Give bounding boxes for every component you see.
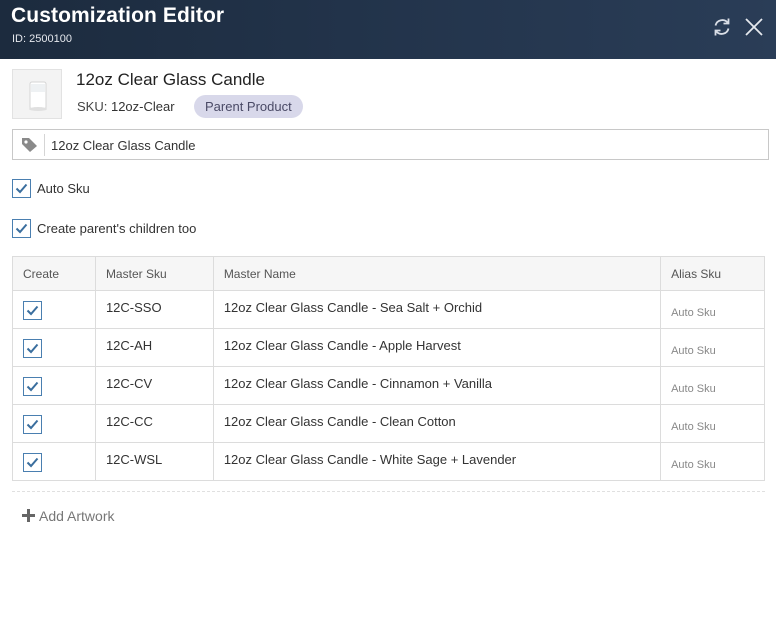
table-row: 12C-SSO 12oz Clear Glass Candle - Sea Sa… bbox=[12, 290, 765, 329]
create-cell bbox=[12, 366, 96, 405]
table-row: 12C-WSL 12oz Clear Glass Candle - White … bbox=[12, 442, 765, 481]
table-header-row: Create Master Sku Master Name Alias Sku bbox=[12, 256, 765, 291]
master-name-cell: 12oz Clear Glass Candle - Apple Harvest bbox=[212, 328, 662, 367]
col-alias-sku: Alias Sku bbox=[660, 256, 765, 291]
check-icon bbox=[15, 183, 28, 194]
create-checkbox[interactable] bbox=[23, 376, 42, 396]
plus-icon bbox=[22, 509, 35, 522]
alias-sku-cell[interactable]: Auto Sku bbox=[660, 366, 765, 405]
alias-sku-cell[interactable]: Auto Sku bbox=[660, 328, 765, 367]
sku-value: 12oz-Clear bbox=[110, 99, 175, 114]
add-artwork-label: Add Artwork bbox=[39, 508, 115, 524]
check-icon bbox=[26, 305, 39, 315]
tag-icon bbox=[22, 138, 37, 152]
product-name: 12oz Clear Glass Candle bbox=[76, 70, 265, 89]
product-sku: SKU: 12oz-Clear bbox=[77, 99, 175, 114]
col-master-sku: Master Sku bbox=[94, 256, 214, 291]
add-artwork-button[interactable]: Add Artwork bbox=[22, 508, 114, 528]
check-icon bbox=[26, 419, 39, 429]
close-button[interactable] bbox=[743, 16, 765, 38]
editor-title: Customization Editor bbox=[11, 4, 225, 27]
create-checkbox[interactable] bbox=[23, 452, 42, 472]
master-name-cell: 12oz Clear Glass Candle - Sea Salt + Orc… bbox=[212, 290, 662, 329]
master-sku-cell: 12C-AH bbox=[94, 328, 214, 367]
col-create: Create bbox=[12, 256, 96, 291]
refresh-button[interactable] bbox=[711, 16, 733, 38]
product-name-input[interactable] bbox=[51, 134, 751, 156]
create-checkbox[interactable] bbox=[23, 414, 42, 434]
editor-id: ID: 2500100 bbox=[12, 33, 72, 45]
master-sku-cell: 12C-SSO bbox=[94, 290, 214, 329]
master-name-cell: 12oz Clear Glass Candle - Clean Cotton bbox=[212, 404, 662, 443]
section-divider bbox=[12, 491, 765, 492]
sku-label: SKU: bbox=[77, 99, 108, 114]
master-sku-cell: 12C-WSL bbox=[94, 442, 214, 481]
candle-image bbox=[13, 70, 61, 118]
alias-sku-cell[interactable]: Auto Sku bbox=[660, 404, 765, 443]
parent-product-badge: Parent Product bbox=[194, 95, 303, 118]
master-name-cell: 12oz Clear Glass Candle - Cinnamon + Van… bbox=[212, 366, 662, 405]
alias-sku-cell[interactable]: Auto Sku bbox=[660, 442, 765, 481]
create-checkbox[interactable] bbox=[23, 338, 42, 358]
editor-header: Customization Editor ID: 2500100 bbox=[0, 0, 776, 59]
master-sku-cell: 12C-CC bbox=[94, 404, 214, 443]
master-sku-cell: 12C-CV bbox=[94, 366, 214, 405]
product-tag-field[interactable] bbox=[12, 129, 769, 160]
col-master-name: Master Name bbox=[212, 256, 662, 291]
check-icon bbox=[15, 223, 28, 234]
create-children-checkbox[interactable] bbox=[12, 219, 31, 238]
check-icon bbox=[26, 457, 39, 467]
create-cell bbox=[12, 442, 96, 481]
table-row: 12C-CC 12oz Clear Glass Candle - Clean C… bbox=[12, 404, 765, 443]
table-row: 12C-AH 12oz Clear Glass Candle - Apple H… bbox=[12, 328, 765, 367]
create-checkbox[interactable] bbox=[23, 300, 42, 320]
auto-sku-label: Auto Sku bbox=[37, 181, 90, 196]
children-table: Create Master Sku Master Name Alias Sku … bbox=[12, 256, 765, 481]
close-icon bbox=[745, 18, 763, 36]
check-icon bbox=[26, 343, 39, 353]
refresh-icon bbox=[714, 18, 730, 36]
table-row: 12C-CV 12oz Clear Glass Candle - Cinnamo… bbox=[12, 366, 765, 405]
master-name-cell: 12oz Clear Glass Candle - White Sage + L… bbox=[212, 442, 662, 481]
create-children-label: Create parent's children too bbox=[37, 221, 197, 236]
check-icon bbox=[26, 381, 39, 391]
auto-sku-checkbox[interactable] bbox=[12, 179, 31, 198]
alias-sku-cell[interactable]: Auto Sku bbox=[660, 290, 765, 329]
field-divider bbox=[44, 134, 45, 156]
create-cell bbox=[12, 290, 96, 329]
product-thumbnail bbox=[12, 69, 62, 119]
create-cell bbox=[12, 404, 96, 443]
create-cell bbox=[12, 328, 96, 367]
